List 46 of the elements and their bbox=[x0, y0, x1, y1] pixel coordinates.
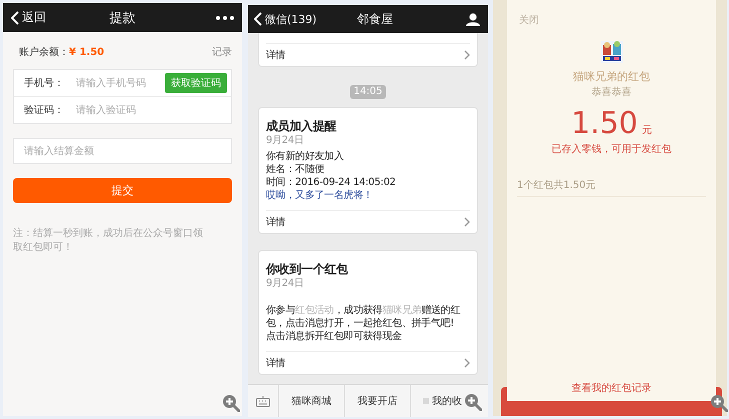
greeting-text: 恭喜恭喜 bbox=[592, 86, 632, 99]
back-button[interactable]: 微信(139) bbox=[254, 12, 324, 26]
person-icon[interactable] bbox=[466, 12, 480, 26]
message-line: 时间：2016-09-24 14:05:02 bbox=[266, 176, 397, 189]
back-chevron-icon bbox=[11, 10, 19, 24]
back-button[interactable]: 返回 bbox=[11, 9, 61, 26]
amount-value: 1.50 bbox=[571, 107, 638, 141]
menu-item[interactable]: 猫咪商城 bbox=[278, 385, 344, 417]
back-chevron-icon bbox=[254, 12, 262, 26]
chevron-icon bbox=[464, 358, 470, 368]
zoom-in-icon bbox=[464, 393, 482, 411]
input-field[interactable]: 请输入手机号码 bbox=[74, 76, 165, 90]
list-icon bbox=[423, 398, 429, 404]
page-title: 提款 bbox=[110, 10, 136, 26]
chat-title: 邻食屋 bbox=[356, 10, 394, 28]
message-title: 你收到一个红包 bbox=[266, 261, 349, 277]
balance-value: ¥ 1.50 bbox=[69, 46, 106, 58]
message-date: 9月24日 bbox=[266, 277, 305, 291]
message-text: 点击消息拆开红包即可获得现金 bbox=[266, 330, 403, 343]
records-link[interactable]: 查看我的红包记录 bbox=[572, 381, 652, 395]
currency-unit: 元 bbox=[642, 124, 652, 137]
keyboard-icon[interactable] bbox=[256, 396, 270, 406]
field-label: 验证码： bbox=[24, 104, 65, 117]
field-label: 手机号： bbox=[24, 76, 65, 90]
details-link[interactable]: 详情 bbox=[266, 215, 286, 229]
message-line: 你有新的好友加入 bbox=[266, 150, 345, 163]
zoom-in-icon bbox=[710, 394, 728, 412]
message-text: 你参与红包活动，成功获得猫咪兄弟赠送的红包，点击消息打开，一起抢红包、拼手气吧! bbox=[266, 304, 462, 330]
message-title: 成员加入提醒 bbox=[266, 118, 338, 134]
balance-label: 账户余额： bbox=[19, 46, 69, 59]
message-line: 哎呦，又多了一名虎将！ bbox=[266, 189, 374, 202]
message-date: 9月24日 bbox=[266, 134, 305, 148]
status-text: 已存入零钱，可用于发红包 bbox=[552, 142, 672, 156]
amount-field[interactable]: 请输入结算金额 bbox=[13, 138, 232, 164]
time-label: 14:05 bbox=[350, 85, 386, 99]
summary-text: 1个红包共1.50元 bbox=[517, 178, 706, 197]
message-line: 姓名：不随便 bbox=[266, 163, 326, 176]
note-text: 注：结算一秒到账，成功后在公众号窗口领取红包即可！ bbox=[13, 227, 204, 255]
menu-item[interactable]: 我要开店 bbox=[344, 385, 410, 417]
chevron-icon bbox=[464, 217, 470, 227]
input-field[interactable]: 请输入验证码 bbox=[74, 104, 227, 116]
sender-name: 猫咪兄弟的红包 bbox=[573, 69, 650, 84]
chevron-icon bbox=[464, 50, 470, 60]
details-link[interactable]: 详情 bbox=[266, 356, 286, 370]
more-icon[interactable] bbox=[216, 16, 234, 20]
details-link[interactable]: 详情 bbox=[266, 48, 286, 62]
